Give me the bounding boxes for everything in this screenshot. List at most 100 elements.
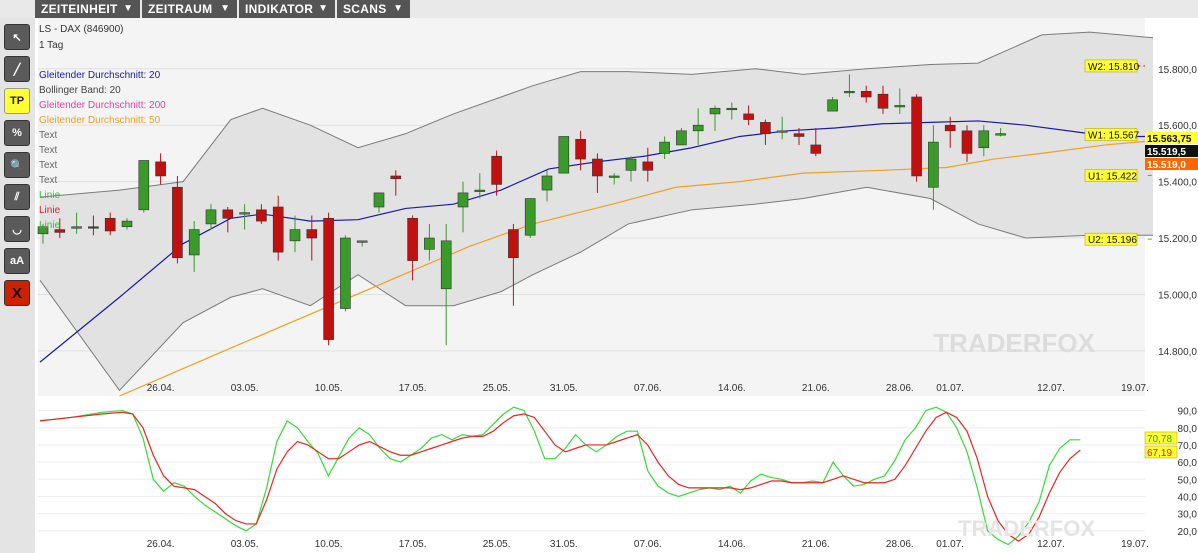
cursor-tool[interactable]: ↖	[4, 24, 30, 50]
candle-body	[323, 217, 334, 340]
candle-body	[524, 198, 536, 236]
candle-body	[340, 237, 351, 309]
osc-value-label: 67,19	[1147, 448, 1172, 459]
chart-subtitle: 1 Tag	[39, 40, 63, 51]
menu-zeitraum-label: ZEITRAUM	[148, 2, 213, 16]
menu-indikator-label: INDIKATOR	[245, 2, 314, 16]
y-tick-label: 15.600,0	[1158, 121, 1197, 132]
price-label: 15.563,75	[1147, 134, 1192, 145]
x-tick-label: 25.05.	[483, 383, 511, 394]
osc-x-tick-label: 10.05.	[315, 539, 343, 550]
legend-entry: Text	[39, 130, 58, 141]
candle-body	[407, 217, 418, 261]
candle-body	[709, 107, 721, 115]
x-tick-label: 26.04.	[147, 383, 175, 394]
candle-body	[810, 144, 822, 154]
legend-entry: Text	[39, 145, 58, 156]
candle-body	[104, 217, 116, 232]
chevron-down-icon: ▼	[393, 3, 403, 14]
candle-body	[558, 136, 570, 174]
candle-body	[608, 175, 620, 178]
candle-body	[760, 122, 771, 134]
osc-x-tick-label: 07.06.	[634, 539, 662, 550]
candle-body	[978, 130, 990, 149]
y-tick-label: 15.000,0	[1158, 290, 1197, 301]
candle-body	[457, 192, 469, 208]
candle-body	[440, 240, 452, 290]
osc-value-label: 70,78	[1147, 434, 1172, 445]
legend-entry: Text	[39, 160, 58, 171]
osc-y-tick-label: 30,0	[1178, 510, 1198, 521]
x-tick-label: 17.05.	[399, 383, 427, 394]
percent-tool[interactable]: %	[4, 120, 30, 146]
zoom-tool[interactable]: 🔍	[4, 152, 30, 178]
candle-body	[306, 229, 318, 239]
chart-title: LS - DAX (846900)	[39, 24, 124, 35]
candle-body	[911, 96, 922, 177]
chevron-down-icon: ▼	[318, 3, 328, 14]
candle-body	[88, 226, 99, 229]
parallel-lines-tool[interactable]: ⫽	[4, 184, 30, 210]
osc-y-tick-label: 60,0	[1178, 458, 1198, 469]
menu-bar: ZEITEINHEIT ▼ ZEITRAUM ▼ INDIKATOR ▼ SCANS ▼	[0, 0, 1198, 18]
chevron-down-icon: ▼	[123, 3, 133, 14]
curve-tool[interactable]: ◡	[4, 216, 30, 242]
candle-body	[995, 133, 1006, 136]
x-tick-label: 21.06.	[802, 383, 830, 394]
tp-tool[interactable]: TP	[4, 88, 30, 114]
menu-indikator[interactable]: INDIKATOR ▼	[239, 0, 335, 18]
menu-zeiteinheit[interactable]: ZEITEINHEIT ▼	[35, 0, 140, 18]
candle-body	[491, 155, 502, 185]
percent-icon: %	[12, 127, 22, 139]
candle-body	[659, 141, 670, 154]
chevron-down-icon: ▼	[220, 3, 230, 14]
candle-body	[424, 237, 435, 250]
candle-body	[575, 138, 586, 160]
x-tick-label: 12.07.	[1037, 383, 1065, 394]
candle-body	[793, 133, 805, 137]
legend-entry: Bollinger Band: 20	[39, 85, 121, 96]
text-tool[interactable]: aA	[4, 248, 30, 274]
chart-area[interactable]: 14.800,0 15.000,0 15.200,0 15.400,0 15.600,0…	[35, 18, 1198, 553]
osc-x-tick-label: 28.06.	[886, 539, 914, 550]
candle-body	[188, 229, 200, 256]
delete-tool[interactable]: X	[4, 280, 30, 306]
candle-body	[642, 161, 654, 171]
level-label: U2: 15.196	[1088, 235, 1137, 246]
text-size-icon: aA	[9, 255, 25, 267]
x-tick-label: 14.06.	[718, 383, 746, 394]
candle-body	[373, 192, 385, 208]
level-label: W1: 15.567	[1088, 131, 1140, 142]
candle-body	[692, 124, 704, 132]
x-tick-label: 03.05.	[231, 383, 259, 394]
close-icon: X	[11, 284, 22, 302]
candle-body	[222, 209, 234, 219]
menu-zeitraum[interactable]: ZEITRAUM ▼	[142, 0, 237, 18]
candle-body	[928, 141, 939, 188]
candle-body	[894, 105, 906, 108]
candle-body	[860, 91, 872, 98]
candle-body	[172, 186, 183, 259]
candle-body	[239, 212, 250, 215]
osc-y-tick-label: 40,0	[1178, 492, 1198, 503]
osc-y-tick-label: 90,0	[1178, 407, 1198, 418]
osc-x-tick-label: 25.05.	[483, 539, 511, 550]
price-label: 15.519,5	[1147, 147, 1186, 158]
osc-x-tick-label: 14.06.	[718, 539, 746, 550]
candle-body	[508, 229, 519, 259]
y-tick-label: 14.800,0	[1158, 347, 1197, 358]
tp-icon: TP	[9, 95, 25, 107]
magnifier-icon: 🔍	[10, 159, 24, 172]
candle-body	[726, 107, 738, 111]
line-tool[interactable]: ╱	[4, 56, 30, 82]
menu-scans-label: SCANS	[343, 2, 387, 16]
candle-body	[474, 189, 486, 192]
candle-body	[844, 91, 855, 94]
candle-body	[743, 113, 754, 120]
drawing-toolbar: ↖ ╱ TP % 🔍 ⫽ ◡ aA X	[0, 18, 35, 553]
legend-entry: Gleitender Durchschnitt: 200	[39, 100, 166, 111]
candle-body	[676, 130, 687, 146]
candle-body	[205, 209, 217, 225]
legend-entry: Linie	[39, 190, 61, 201]
menu-scans[interactable]: SCANS ▼	[337, 0, 410, 18]
